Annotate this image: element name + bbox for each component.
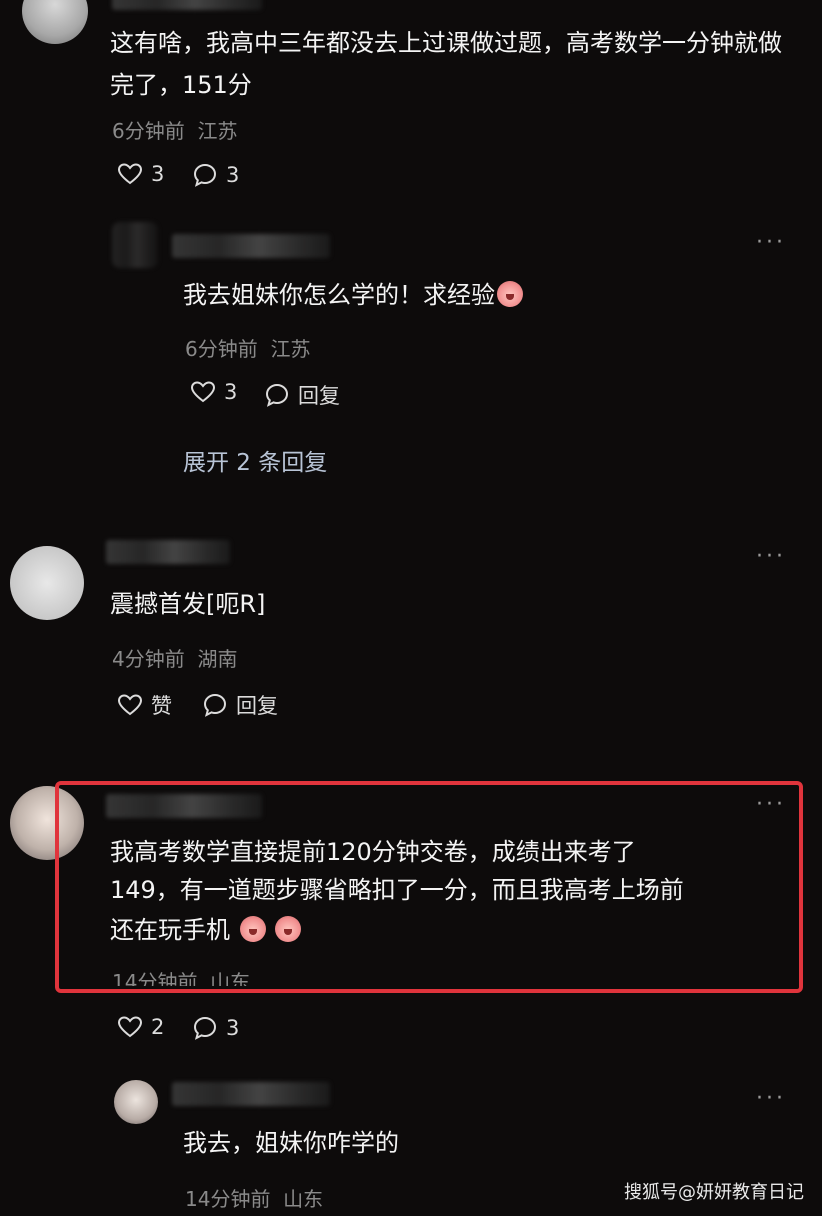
comment-meta: 4分钟前 湖南	[112, 643, 237, 672]
comment-time: 14分钟前	[185, 1187, 271, 1211]
comment-time: 6分钟前	[185, 337, 258, 361]
watermark: 搜狐号@妍妍教育日记	[624, 1182, 804, 1203]
reply-button[interactable]: 3	[192, 162, 239, 188]
reply-button[interactable]: 回复	[264, 380, 340, 410]
reply-count: 3	[226, 1016, 240, 1040]
comment-text: 我去，姐妹你咋学的	[183, 1129, 399, 1157]
comment-text: 我去姐妹你怎么学的！求经验	[183, 274, 523, 316]
like-count: 2	[151, 1015, 165, 1039]
expand-replies-link[interactable]: 展开 2 条回复	[183, 443, 327, 477]
reply-button[interactable]: 回复	[202, 690, 278, 720]
comment-time: 4分钟前	[112, 647, 185, 671]
comment-location: 江苏	[197, 119, 238, 143]
comment-meta: 6分钟前 江苏	[185, 333, 310, 362]
username-blurred[interactable]	[106, 540, 230, 564]
comment-bubble-icon	[265, 383, 289, 407]
like-button[interactable]: 3	[117, 162, 164, 186]
avatar[interactable]	[114, 1080, 158, 1124]
reply-label: 回复	[298, 384, 340, 408]
like-button[interactable]: 3	[190, 380, 237, 404]
comment-text: 这有啥，我高中三年都没去上过课做过题，高考数学一分钟就做完了，151分	[110, 29, 782, 99]
username-blurred[interactable]	[112, 0, 262, 10]
comment-location: 湖南	[197, 647, 238, 671]
username-blurred[interactable]	[172, 1082, 330, 1106]
crying-face-icon	[497, 281, 523, 307]
avatar[interactable]	[22, 0, 88, 44]
comment-meta: 14分钟前 山东	[185, 1183, 323, 1212]
avatar-blurred[interactable]	[112, 222, 158, 268]
heart-icon	[117, 163, 143, 185]
comment-meta: 6分钟前 江苏	[112, 115, 237, 144]
more-options-icon[interactable]: ···	[756, 230, 786, 255]
like-label: 赞	[151, 694, 172, 718]
reply-count: 3	[226, 163, 240, 187]
heart-icon	[117, 1016, 143, 1038]
reply-label: 回复	[236, 694, 278, 718]
comment-text: 震撼首发[呃R]	[110, 590, 266, 618]
like-button[interactable]: 赞	[117, 690, 172, 720]
comment-location: 山东	[283, 1187, 324, 1211]
heart-icon	[190, 381, 216, 403]
comment-text-content: 我去姐妹你怎么学的！求经验	[183, 281, 495, 309]
reply-button[interactable]: 3	[192, 1015, 239, 1041]
like-button[interactable]: 2	[117, 1015, 164, 1039]
comment-time: 6分钟前	[112, 119, 185, 143]
comment-bubble-icon	[193, 163, 217, 187]
comment-bubble-icon	[203, 693, 227, 717]
like-count: 3	[151, 162, 165, 186]
heart-icon	[117, 694, 143, 716]
avatar[interactable]	[10, 546, 84, 620]
more-options-icon[interactable]: ···	[756, 1086, 786, 1111]
username-blurred[interactable]	[172, 234, 330, 258]
comment-bubble-icon	[193, 1016, 217, 1040]
highlight-box	[55, 781, 803, 993]
more-options-icon[interactable]: ···	[756, 544, 786, 569]
comment-location: 江苏	[270, 337, 311, 361]
like-count: 3	[224, 380, 238, 404]
